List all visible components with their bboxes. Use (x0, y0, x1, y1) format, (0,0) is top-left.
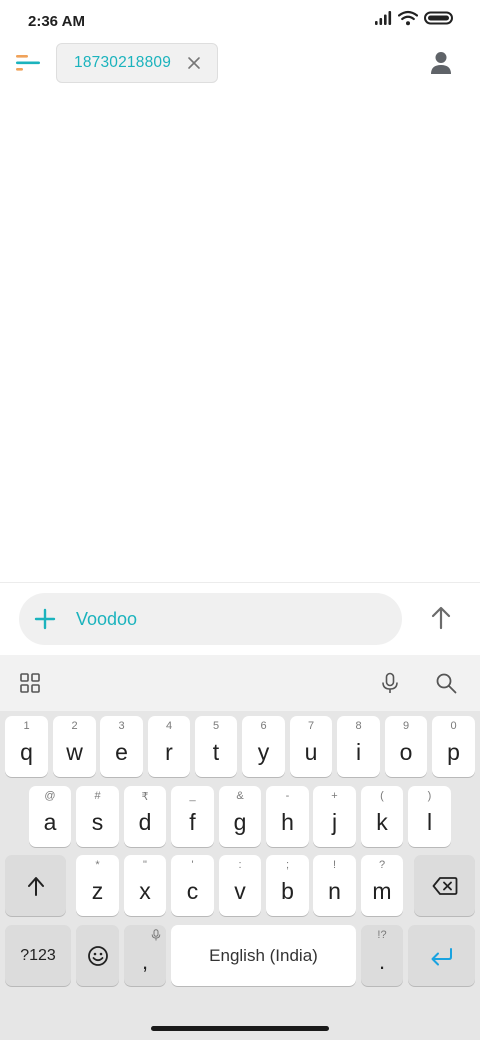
microphone-small-icon (151, 929, 161, 941)
battery-icon (424, 11, 453, 25)
shift-key[interactable] (5, 855, 66, 916)
key-d[interactable]: ₹ d (124, 786, 166, 847)
key-b[interactable]: ; b (266, 855, 309, 916)
key-c[interactable]: ' c (171, 855, 214, 916)
message-text: Voodoo (76, 609, 138, 629)
recipient-chip[interactable]: 18730218809 (56, 43, 218, 83)
key-n[interactable]: ! n (313, 855, 356, 916)
key-a[interactable]: @ a (29, 786, 71, 847)
key-o[interactable]: 9o (385, 716, 427, 777)
backspace-key[interactable] (414, 855, 475, 916)
signal-icon (375, 11, 392, 25)
person-icon[interactable] (428, 50, 454, 76)
key-z[interactable]: * z (76, 855, 119, 916)
keyboard: 1q 2w 3e 4r 5t 6y 7u 8i 9o 0p @ a # s ₹ d _… (0, 655, 480, 1040)
key-l[interactable]: ) l (408, 786, 451, 847)
symbols-key[interactable]: ?123 (5, 925, 71, 986)
conversation-header: 18730218809 (0, 42, 480, 86)
key-w[interactable]: 2w (53, 716, 96, 777)
key-m[interactable]: ? m (361, 855, 403, 916)
period-key[interactable]: !? . (361, 925, 403, 986)
status-bar: 2:36 AM (0, 0, 480, 42)
key-k[interactable]: (k (361, 786, 403, 847)
status-time: 2:36 AM (28, 13, 85, 30)
search-icon[interactable] (435, 672, 457, 694)
key-e[interactable]: 3e (100, 716, 143, 777)
microphone-icon[interactable] (379, 672, 401, 694)
key-y[interactable]: 6y (242, 716, 285, 777)
emoji-icon (87, 945, 108, 966)
key-f[interactable]: _ f (171, 786, 214, 847)
key-h[interactable]: -h (266, 786, 309, 847)
backspace-icon (432, 876, 457, 895)
status-icons (374, 10, 454, 26)
message-input[interactable]: Voodoo (19, 593, 402, 645)
key-t[interactable]: 5t (195, 716, 237, 777)
plus-icon[interactable] (34, 608, 56, 630)
key-x[interactable]: " x (124, 855, 166, 916)
keyboard-toolbar (0, 655, 480, 711)
key-p[interactable]: 0p (432, 716, 475, 777)
arrow-up-icon[interactable] (428, 605, 454, 631)
enter-icon (431, 947, 452, 965)
shift-icon (27, 876, 44, 896)
space-key[interactable]: English (India) (171, 925, 356, 986)
emoji-key[interactable] (76, 925, 119, 986)
home-indicator[interactable] (151, 1026, 329, 1031)
key-q[interactable]: 1q (5, 716, 48, 777)
key-r[interactable]: 4r (148, 716, 190, 777)
grid-icon[interactable] (19, 672, 41, 694)
key-s[interactable]: # s (76, 786, 119, 847)
key-v[interactable]: :v (219, 855, 261, 916)
recipient-number: 18730218809 (74, 54, 172, 71)
key-i[interactable]: 8i (337, 716, 380, 777)
key-j[interactable]: + j (313, 786, 356, 847)
wifi-icon (398, 10, 418, 26)
enter-key[interactable] (408, 925, 475, 986)
key-u[interactable]: 7u (290, 716, 332, 777)
key-g[interactable]: & g (219, 786, 261, 847)
menu-icon[interactable] (14, 52, 42, 74)
compose-bar: Voodoo (0, 583, 480, 655)
close-icon[interactable] (185, 54, 203, 72)
comma-key[interactable]: , (124, 925, 166, 986)
